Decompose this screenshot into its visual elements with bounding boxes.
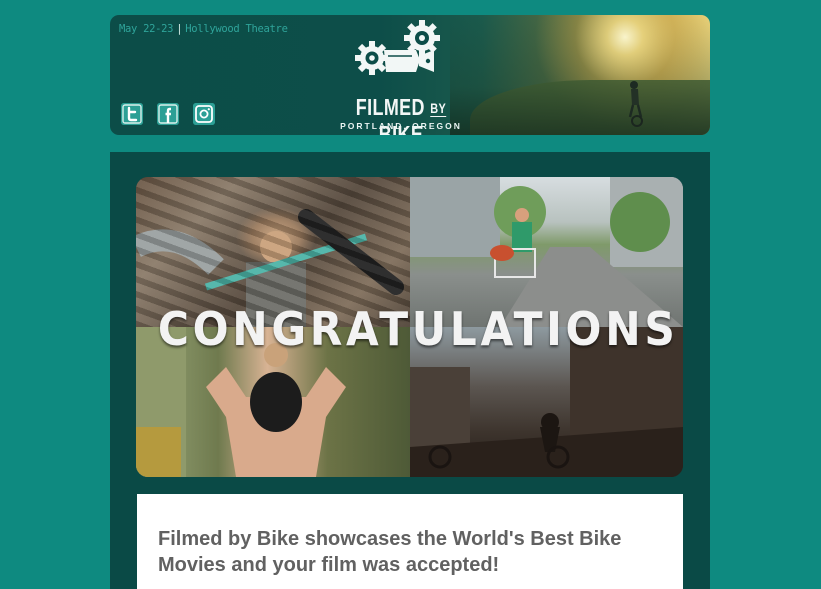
event-date: May 22-23	[119, 23, 174, 35]
event-separator: |	[176, 23, 183, 35]
camera-gears-icon	[355, 20, 440, 75]
social-links	[121, 103, 215, 125]
header-banner: May 22-23 | Hollywood Theatre FILMED BY …	[110, 15, 710, 135]
logo-title-filmed: FILMED	[355, 94, 425, 120]
main-panel: CONGRATULATIONS Filmed by Bike showcases…	[110, 152, 710, 589]
message-heading: Filmed by Bike showcases the World's Bes…	[158, 528, 622, 576]
logo-title-by: BY	[430, 100, 447, 116]
congratulations-overlay-text: CONGRATULATIONS	[157, 302, 679, 356]
congratulations-hero-image: CONGRATULATIONS	[136, 177, 683, 477]
event-venue: Hollywood Theatre	[185, 23, 288, 35]
twitter-icon[interactable]	[121, 103, 143, 125]
message-card: Filmed by Bike showcases the World's Bes…	[137, 494, 683, 589]
event-info: May 22-23 | Hollywood Theatre	[119, 23, 288, 35]
filmed-by-bike-logo[interactable]: FILMED BY BIKE PORTLAND, OREGON	[316, 20, 486, 135]
instagram-icon[interactable]	[193, 103, 215, 125]
facebook-icon[interactable]	[157, 103, 179, 125]
logo-subtitle: PORTLAND, OREGON	[340, 121, 462, 131]
cyclist-silhouette	[628, 81, 643, 127]
